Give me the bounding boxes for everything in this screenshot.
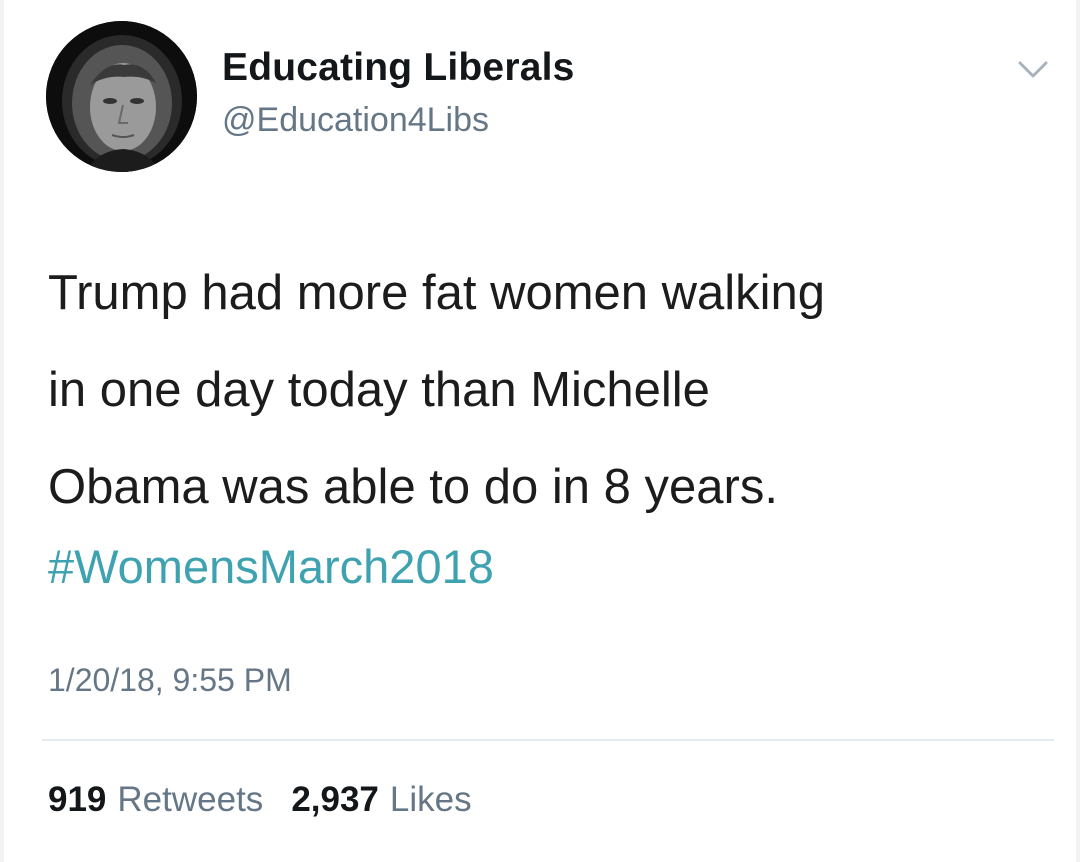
avatar-image-icon [46, 21, 197, 172]
chevron-down-icon[interactable] [1014, 58, 1052, 82]
author-name[interactable]: Educating Liberals [222, 46, 575, 90]
like-count: 2,937 [291, 780, 379, 819]
tweet-text-line: Trump had more fat women walking [48, 266, 826, 320]
avatar[interactable] [46, 21, 197, 172]
retweets-stat[interactable]: 919 Retweets [48, 780, 263, 820]
retweet-count: 919 [48, 780, 107, 819]
tweet-text: Trump had more fat women walking in one … [48, 245, 1038, 536]
tweet-card: Educating Liberals @Education4Libs Trump… [0, 0, 1080, 862]
likes-stat[interactable]: 2,937 Likes [291, 780, 471, 820]
tweet-stats: 919 Retweets 2,937 Likes [48, 780, 500, 820]
hashtag-link[interactable]: #WomensMarch2018 [48, 539, 494, 594]
tweet-text-line: Obama was able to do in 8 years. [48, 460, 778, 514]
author-handle[interactable]: @Education4Libs [222, 101, 489, 140]
retweet-label: Retweets [117, 780, 264, 819]
tweet-timestamp[interactable]: 1/20/18, 9:55 PM [48, 662, 292, 699]
divider [42, 739, 1054, 741]
tweet-text-line: in one day today than Michelle [48, 363, 710, 417]
like-label: Likes [389, 780, 472, 819]
